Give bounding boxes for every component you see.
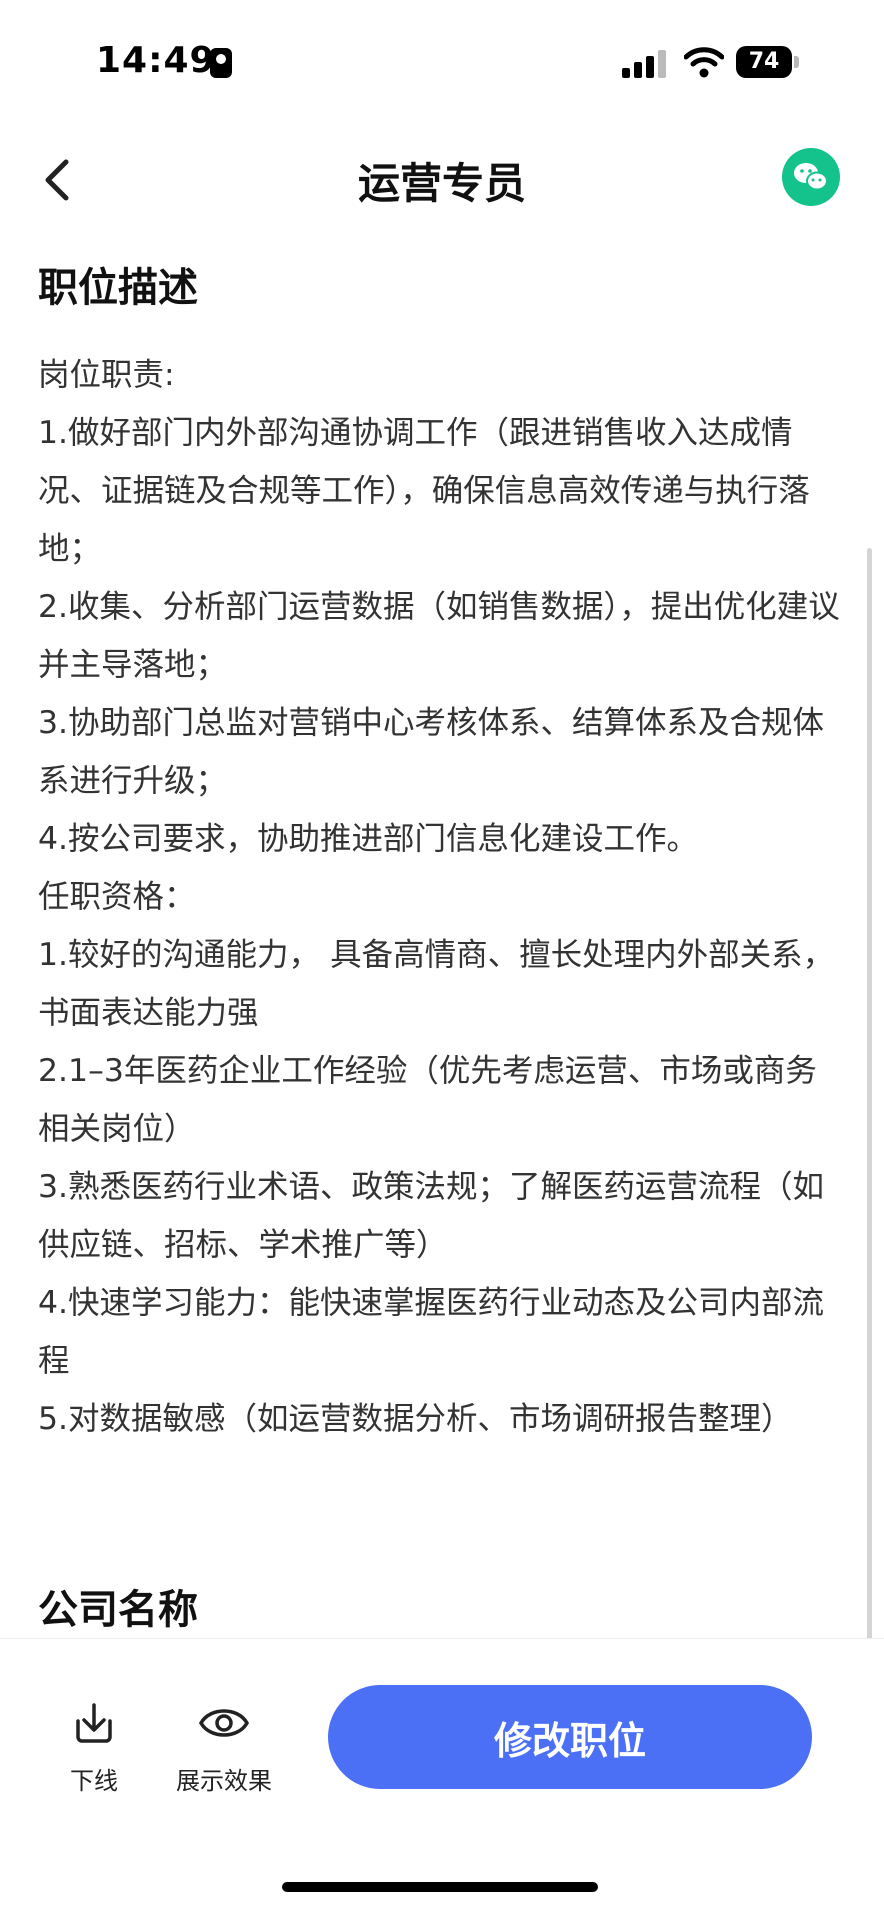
- job-content: 职位描述 岗位职责: 1.做好部门内外部沟通协调工作（跟进销售收入达成情况、证据…: [38, 258, 848, 1448]
- preview-button[interactable]: 展示效果: [164, 1699, 284, 1796]
- eye-icon: [198, 1709, 250, 1737]
- description-line: 2.收集、分析部门运营数据（如销售数据），提出优化建议并主导落地；: [38, 589, 840, 683]
- wechat-icon: [794, 163, 828, 191]
- description-line: 4.按公司要求，协助推进部门信息化建设工作。: [38, 821, 699, 857]
- company-title: 公司名称: [38, 1587, 198, 1633]
- description-line: 3.协助部门总监对营销中心考核体系、结算体系及合规体系进行升级；: [38, 705, 825, 799]
- offline-label: 下线: [70, 1767, 118, 1795]
- status-bar: 14:49 74: [0, 0, 884, 120]
- wifi-icon: [684, 47, 724, 78]
- edit-position-button[interactable]: 修改职位: [328, 1685, 812, 1789]
- download-icon: [76, 1703, 112, 1743]
- description-line: 岗位职责:: [38, 357, 175, 393]
- wechat-share-button[interactable]: [782, 148, 840, 206]
- description-body: 岗位职责: 1.做好部门内外部沟通协调工作（跟进销售收入达成情况、证据链及合规等…: [38, 346, 848, 1448]
- nav-header: 运营专员: [0, 130, 884, 230]
- scrollbar[interactable]: [867, 548, 872, 1808]
- status-time: 14:49: [96, 40, 216, 81]
- battery-icon: 74: [736, 46, 792, 78]
- description-line: 5.对数据敏感（如运营数据分析、市场调研报告整理）: [38, 1401, 793, 1437]
- page-title: 运营专员: [357, 159, 526, 208]
- cellular-signal-icon: [622, 48, 666, 78]
- description-line: 3.熟悉医药行业术语、政策法规；了解医药运营流程（如供应链、招标、学术推广等）: [38, 1169, 825, 1263]
- battery-tip: [794, 56, 799, 68]
- battery-level: 74: [748, 49, 780, 74]
- description-line: 1.做好部门内外部沟通协调工作（跟进销售收入达成情况、证据链及合规等工作），确保…: [38, 415, 810, 567]
- description-title: 职位描述: [38, 265, 198, 311]
- offline-button[interactable]: 下线: [34, 1699, 154, 1796]
- bottom-action-bar: 下线 展示效果 修改职位: [0, 1638, 884, 1921]
- description-line: 1.较好的沟通能力， 具备高情商、擅长处理内外部关系，书面表达能力强: [38, 937, 835, 1031]
- preview-label: 展示效果: [176, 1767, 272, 1795]
- lock-icon: [210, 48, 232, 78]
- description-line: 4.快速学习能力：能快速掌握医药行业动态及公司内部流程: [38, 1285, 825, 1379]
- description-line: 2.1–3年医药企业工作经验（优先考虑运营、市场或商务相关岗位）: [38, 1053, 817, 1147]
- description-line: 任职资格：: [38, 879, 196, 915]
- home-indicator: [282, 1882, 598, 1892]
